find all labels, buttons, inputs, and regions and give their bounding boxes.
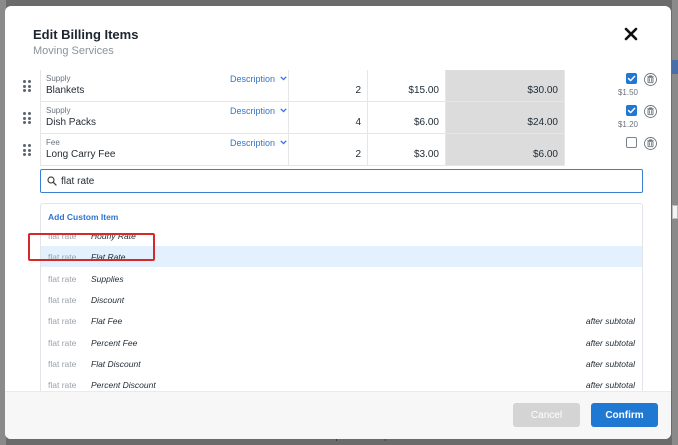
search-icon: [47, 176, 57, 186]
cancel-button[interactable]: Cancel: [513, 403, 580, 427]
confirm-button[interactable]: Confirm: [591, 403, 658, 427]
description-dropdown-link[interactable]: Description: [230, 74, 287, 84]
option-label: Percent Discount: [91, 380, 156, 391]
add-custom-item-link[interactable]: Add Custom Item: [48, 212, 118, 222]
description-dropdown-link[interactable]: Description: [230, 138, 287, 148]
quantity-cell[interactable]: 4: [289, 102, 368, 134]
close-icon: [624, 27, 638, 41]
search-result-option[interactable]: flat rate Discount: [41, 289, 642, 310]
item-type: Supply: [46, 74, 71, 83]
description-link-label: Description: [230, 106, 276, 116]
taxable-checkbox[interactable]: [626, 105, 637, 116]
option-after-subtotal: after subtotal: [585, 380, 635, 391]
option-after-subtotal: after subtotal: [585, 337, 635, 348]
option-query-text: flat rate: [48, 316, 77, 327]
quantity-value: 4: [355, 117, 361, 128]
trash-icon[interactable]: [644, 137, 657, 150]
option-query-text: flat rate: [48, 273, 77, 284]
quantity-cell[interactable]: 2: [289, 70, 368, 102]
item-name: Dish Packs: [46, 117, 97, 128]
option-label: Flat Fee: [91, 316, 123, 327]
option-query-text: flat rate: [48, 358, 77, 369]
quantity-cell[interactable]: 2: [289, 134, 368, 166]
background-app-right: [672, 0, 678, 445]
quantity-value: 2: [355, 85, 361, 96]
total-value: $24.00: [527, 117, 558, 128]
rate-value: $3.00: [413, 149, 439, 160]
description-link-label: Description: [230, 138, 276, 148]
option-label: Supplies: [91, 273, 124, 284]
total-value: $6.00: [532, 149, 558, 160]
tax-amount: $1.20: [617, 120, 638, 129]
modal-footer: Cancel Confirm: [5, 391, 671, 439]
option-label: Discount: [91, 294, 125, 305]
item-type: Supply: [46, 106, 71, 115]
search-result-option[interactable]: flat rate Flat Rate: [41, 246, 642, 268]
search-results-dropdown: Add Custom Item flat rate Hourly Rate fl…: [40, 203, 643, 391]
total-cell: $24.00: [446, 102, 565, 134]
total-value: $30.00: [527, 85, 558, 96]
item-name: Blankets: [46, 85, 85, 96]
search-result-option[interactable]: flat rate Flat Discount after subtotal: [41, 353, 642, 374]
chevron-down-icon: [279, 76, 287, 81]
option-label: Percent Fee: [91, 337, 138, 348]
item-name-cell[interactable]: Supply Blankets Description: [40, 70, 289, 102]
billing-item-row: Fee Long Carry Fee Description 2 $3.00 $…: [5, 134, 671, 166]
search-input[interactable]: [61, 173, 621, 189]
chevron-down-icon: [279, 108, 287, 113]
search-result-option[interactable]: flat rate Percent Discount after subtota…: [41, 374, 642, 391]
item-name-cell[interactable]: Fee Long Carry Fee Description: [40, 134, 289, 166]
option-after-subtotal: after subtotal: [585, 316, 635, 327]
search-result-option[interactable]: flat rate Flat Fee after subtotal: [41, 310, 642, 331]
item-name-cell[interactable]: Supply Dish Packs Description: [40, 102, 289, 134]
taxable-checkbox[interactable]: [626, 73, 637, 84]
modal-content: Supply Blankets Description 2 $15.00 $30…: [5, 70, 671, 391]
rate-value: $15.00: [408, 85, 439, 96]
option-label: Flat Discount: [91, 358, 141, 369]
option-label: Flat Rate: [91, 252, 126, 263]
background-tab: [672, 60, 678, 74]
chevron-down-icon: [279, 140, 287, 145]
rate-cell[interactable]: $3.00: [368, 134, 446, 166]
option-query-text: flat rate: [48, 252, 77, 263]
total-cell: $6.00: [446, 134, 565, 166]
trash-icon[interactable]: [644, 105, 657, 118]
trash-icon[interactable]: [644, 73, 657, 86]
search-result-option[interactable]: flat rate Percent Fee after subtotal: [41, 332, 642, 353]
option-label: Hourly Rate: [91, 231, 136, 241]
item-type: Fee: [46, 138, 60, 147]
checkmark-icon: [627, 75, 636, 82]
option-after-subtotal: after subtotal: [585, 358, 635, 369]
option-query-text: flat rate: [48, 231, 77, 241]
checkmark-icon: [627, 107, 636, 114]
quantity-value: 2: [355, 149, 361, 160]
option-query-text: flat rate: [48, 294, 77, 305]
tax-amount: $1.50: [617, 88, 638, 97]
modal-title: Edit Billing Items: [33, 27, 139, 42]
modal-subtitle: Moving Services: [33, 45, 114, 57]
search-result-option[interactable]: flat rate Hourly Rate: [41, 225, 642, 246]
background-tab-2: [672, 205, 678, 219]
drag-handle-icon[interactable]: [23, 112, 31, 124]
rate-cell[interactable]: $6.00: [368, 102, 446, 134]
drag-handle-icon[interactable]: [23, 144, 31, 156]
option-query-text: flat rate: [48, 337, 77, 348]
rate-value: $6.00: [413, 117, 439, 128]
option-query-text: flat rate: [48, 380, 77, 391]
close-button[interactable]: [621, 24, 641, 44]
drag-handle-icon[interactable]: [23, 80, 31, 92]
taxable-checkbox[interactable]: [626, 137, 637, 148]
item-name: Long Carry Fee: [46, 149, 116, 160]
edit-billing-items-modal: Edit Billing Items Moving Services Suppl…: [5, 6, 671, 439]
search-result-option[interactable]: flat rate Supplies: [41, 268, 642, 289]
item-search-box[interactable]: [40, 169, 643, 193]
billing-item-row: Supply Dish Packs Description 4 $6.00 $2…: [5, 102, 671, 134]
total-cell: $30.00: [446, 70, 565, 102]
description-link-label: Description: [230, 74, 276, 84]
billing-item-row: Supply Blankets Description 2 $15.00 $30…: [5, 70, 671, 102]
rate-cell[interactable]: $15.00: [368, 70, 446, 102]
description-dropdown-link[interactable]: Description: [230, 106, 287, 116]
